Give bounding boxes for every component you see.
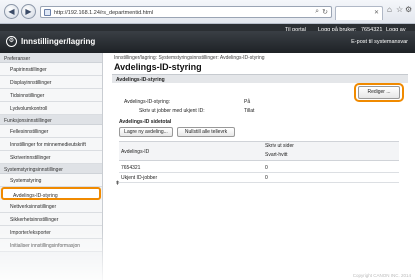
- copyright: Copyright CANON INC. 2014: [352, 273, 411, 278]
- browser-tab[interactable]: ✕: [335, 6, 383, 20]
- sidebar-item-initialize[interactable]: Initialiser innstillingsinformasjon: [0, 239, 102, 252]
- department-id-management-value: På: [244, 99, 251, 105]
- register-department-button[interactable]: Lagre ny avdeling...: [119, 127, 173, 137]
- breadcrumb: Innstillinger/lagring: Systemstyringsinn…: [114, 55, 265, 61]
- reload-icon[interactable]: ↻: [322, 8, 328, 16]
- main-content: Innstillinger/lagring: Systemstyringsinn…: [109, 53, 411, 280]
- sidebar-item-printer[interactable]: Skriverinnstillinger: [0, 151, 102, 164]
- table-row-id: Ukjent ID-jobber: [121, 175, 158, 181]
- sidebar-section-system: Systemstyringsinnstillinger: [0, 164, 102, 174]
- sidebar-item-memory-print[interactable]: Innstillinger for minnemedieutskrift: [0, 138, 102, 151]
- search-icon[interactable]: ⌕: [315, 8, 319, 16]
- unknown-id-jobs-label: Skriv ut jobber med ukjent ID:: [139, 108, 205, 114]
- home-icon[interactable]: ⌂: [387, 5, 392, 14]
- sidebar-section-preferences: Preferanser: [0, 53, 102, 63]
- star-icon[interactable]: ☆: [396, 5, 403, 14]
- app-title: Innstillinger/lagring: [21, 37, 96, 46]
- sidebar-item-timer[interactable]: Tidsinnstillinger: [0, 89, 102, 102]
- gear-icon[interactable]: ⚙: [405, 5, 412, 14]
- page-icon: [44, 9, 51, 16]
- sidebar-item-import-export[interactable]: Importer/eksporter: [0, 226, 102, 239]
- sidebar-item-paper[interactable]: Papirinnstillinger: [0, 63, 102, 76]
- sidebar-item-security[interactable]: Sikkerhetsinnstillinger: [0, 213, 102, 226]
- sidebar-item-system-management[interactable]: Systemstyring: [0, 174, 102, 187]
- email-admin-link[interactable]: E-post til systemansvar: [351, 39, 408, 45]
- table-row-count: 0: [265, 165, 268, 171]
- sidebar-item-network[interactable]: Nettverksinnstillinger: [0, 200, 102, 213]
- page-title: Avdelings-ID-styring: [114, 62, 202, 72]
- forward-arrow-icon[interactable]: ▶: [21, 4, 36, 19]
- sidebar: Preferanser Papirinnstillinger Displayin…: [0, 53, 103, 280]
- table-header: [119, 141, 399, 161]
- back-arrow-icon[interactable]: ◀: [4, 4, 19, 19]
- section-header: Avdelings-ID-styring: [112, 74, 408, 83]
- col-header-department-id: Avdelings-ID: [121, 149, 150, 155]
- sidebar-item-display[interactable]: Displayinnstillinger: [0, 76, 102, 89]
- col-header-pages: Skriv ut sider: [265, 143, 294, 149]
- table-row-count: 0: [265, 175, 268, 181]
- edit-button[interactable]: Rediger ...: [358, 86, 400, 99]
- address-bar[interactable]: http://192.168.1.24/rs_departmentid.html…: [40, 6, 332, 18]
- browser-toolbar: ◀ ▶ http://192.168.1.24/rs_departmentid.…: [0, 0, 415, 24]
- sidebar-item-volume[interactable]: Lydvolumkontroll: [0, 102, 102, 115]
- page-total-heading: Avdelings-ID sidetotal: [119, 119, 172, 125]
- app-title-bar: ⚙ Innstillinger/lagring E-post til syste…: [0, 31, 415, 53]
- close-icon[interactable]: ✕: [374, 9, 379, 16]
- reset-counters-button[interactable]: Nullstill alle tellevrk: [177, 127, 235, 137]
- row-divider: [119, 172, 399, 173]
- settings-logo-icon: ⚙: [6, 36, 17, 47]
- to-top-arrow-icon[interactable]: ⇞: [115, 180, 120, 187]
- row-divider: [119, 182, 399, 183]
- url-text: http://192.168.1.24/rs_departmentid.html: [54, 9, 154, 16]
- sidebar-item-common[interactable]: Fellesinnstillinger: [0, 125, 102, 138]
- table-row-id: 7654321: [121, 165, 141, 171]
- col-subheader-bw: Svart-hvitt: [265, 152, 288, 158]
- sidebar-section-functions: Funksjonsinnstillinger: [0, 115, 102, 125]
- unknown-id-jobs-value: Tillat: [244, 108, 255, 114]
- department-id-management-label: Avdelings-ID-styring:: [124, 99, 171, 105]
- sidebar-item-department-id[interactable]: Avdelings-ID-styring: [1, 187, 101, 200]
